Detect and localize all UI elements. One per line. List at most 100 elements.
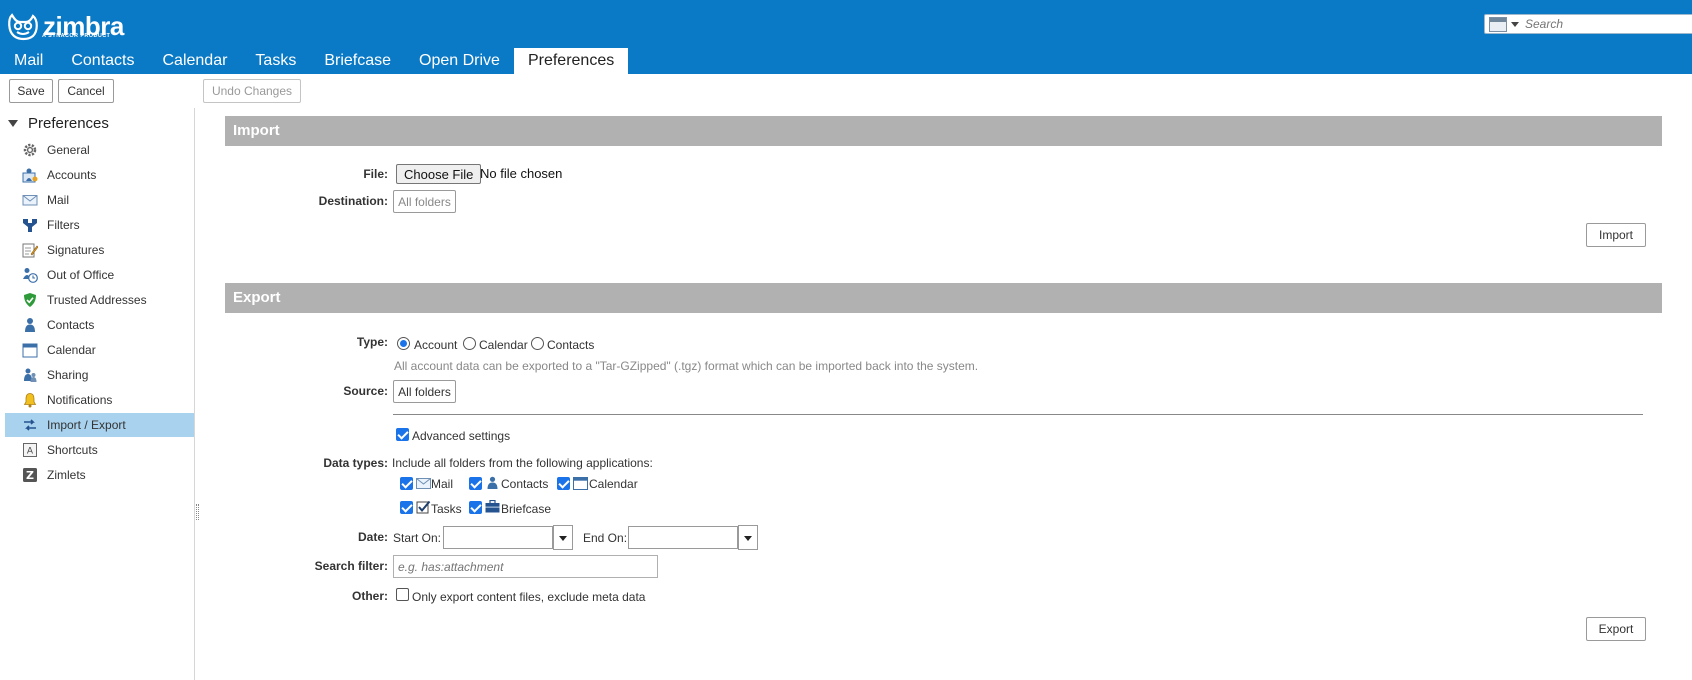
type-contacts-label[interactable]: Contacts (547, 338, 594, 352)
content-only-checkbox[interactable] (396, 588, 409, 601)
sidebar-item-accounts[interactable]: Accounts (5, 163, 194, 187)
sidebar-item-import-export[interactable]: Import / Export (5, 413, 194, 437)
bell-icon (22, 392, 38, 408)
sidebar-item-label: Zimlets (47, 468, 86, 482)
data-type-tasks-checkbox[interactable] (400, 501, 413, 514)
svg-text:A: A (27, 447, 34, 457)
shield-check-icon (22, 292, 38, 308)
data-type-contacts-checkbox[interactable] (469, 477, 482, 490)
sidebar-item-label: Signatures (47, 243, 105, 257)
tasks-icon (416, 501, 431, 514)
data-type-calendar-checkbox[interactable] (557, 477, 570, 490)
contact-person-icon (22, 317, 38, 333)
preferences-tree-header[interactable]: Preferences (8, 112, 109, 134)
collapse-arrow-icon[interactable] (8, 119, 18, 127)
type-account-radio[interactable] (397, 337, 410, 350)
data-type-tasks-label[interactable]: Tasks (431, 502, 462, 516)
filter-icon (22, 217, 38, 233)
export-button[interactable]: Export (1586, 617, 1646, 641)
import-button[interactable]: Import (1586, 223, 1646, 247)
sidebar-resize-handle[interactable] (196, 504, 199, 520)
sidebar-item-label: Mail (47, 193, 70, 207)
calendar-icon (573, 477, 588, 490)
export-section-title: Export (233, 289, 281, 306)
search-input[interactable] (1525, 17, 1685, 31)
content-only-label[interactable]: Only export content files, exclude meta … (412, 590, 645, 604)
end-date-dropdown[interactable] (738, 525, 758, 550)
zimlet-icon: Z (22, 467, 38, 483)
cancel-button[interactable]: Cancel (58, 79, 114, 103)
start-date-dropdown[interactable] (553, 525, 573, 550)
advanced-settings-label[interactable]: Advanced settings (412, 429, 510, 443)
choose-file-button[interactable]: Choose File (396, 164, 482, 184)
data-type-contacts-label[interactable]: Contacts (501, 477, 548, 491)
sidebar-item-out-of-office[interactable]: Out of Office (5, 263, 194, 287)
sidebar-item-label: Trusted Addresses (47, 293, 147, 307)
zimbra-logo-icon (8, 13, 38, 41)
sidebar-item-trusted-addresses[interactable]: Trusted Addresses (5, 288, 194, 312)
envelope-icon (416, 478, 431, 489)
brand-tagline: A SYNACOR PRODUCT (42, 33, 111, 39)
start-date-input[interactable] (443, 526, 553, 549)
sidebar-item-zimlets[interactable]: Z Zimlets (5, 463, 194, 487)
type-label: Type: (356, 335, 388, 349)
tab-preferences[interactable]: Preferences (513, 48, 629, 74)
import-section-header: Import (225, 116, 1662, 146)
sidebar-item-signatures[interactable]: Signatures (5, 238, 194, 262)
file-label: File: (363, 167, 388, 181)
sidebar-item-shortcuts[interactable]: A Shortcuts (5, 438, 194, 462)
sidebar-item-notifications[interactable]: Notifications (5, 388, 194, 412)
gear-icon (22, 142, 38, 158)
tab-open-drive[interactable]: Open Drive (405, 48, 514, 74)
preferences-toolbar: Save Cancel Undo Changes (0, 74, 1692, 108)
undo-changes-button[interactable]: Undo Changes (203, 79, 301, 103)
type-calendar-radio[interactable] (463, 337, 476, 350)
data-type-mail-checkbox[interactable] (400, 477, 413, 490)
type-contacts-radio[interactable] (531, 337, 544, 350)
type-calendar-label[interactable]: Calendar (479, 338, 528, 352)
app-tabs: Mail Contacts Calendar Tasks Briefcase O… (0, 48, 629, 74)
data-type-briefcase-checkbox[interactable] (469, 501, 482, 514)
data-type-briefcase-label[interactable]: Briefcase (501, 502, 551, 516)
sidebar-item-general[interactable]: General (5, 138, 194, 162)
sidebar-item-calendar[interactable]: Calendar (5, 338, 194, 362)
sidebar-item-label: Contacts (47, 318, 95, 332)
data-type-calendar-label[interactable]: Calendar (589, 477, 638, 491)
envelope-icon (22, 192, 38, 208)
search-filter-input[interactable] (393, 555, 658, 578)
end-date-input[interactable] (628, 526, 738, 549)
tab-tasks[interactable]: Tasks (241, 48, 310, 74)
sidebar-item-filters[interactable]: Filters (5, 213, 194, 237)
sidebar-item-label: Accounts (47, 168, 97, 182)
export-section-header: Export (225, 283, 1662, 313)
advanced-settings-checkbox[interactable] (396, 428, 409, 441)
chevron-down-icon[interactable] (1511, 21, 1519, 27)
date-label: Date: (357, 530, 388, 544)
svg-text:Z: Z (26, 469, 34, 482)
search-box (1484, 14, 1692, 34)
data-type-mail-label[interactable]: Mail (431, 477, 453, 491)
preferences-sidebar: Preferences General Accounts Mail Filter… (0, 108, 195, 680)
sidebar-item-label: Shortcuts (47, 443, 98, 457)
tab-calendar[interactable]: Calendar (148, 48, 241, 74)
save-button[interactable]: Save (9, 79, 53, 103)
source-folder-button[interactable]: All folders (393, 380, 456, 403)
sidebar-item-sharing[interactable]: Sharing (5, 363, 194, 387)
tab-contacts[interactable]: Contacts (57, 48, 148, 74)
sidebar-item-label: Filters (47, 218, 80, 232)
sidebar-item-label: General (47, 143, 90, 157)
tab-briefcase[interactable]: Briefcase (310, 48, 405, 74)
briefcase-icon (485, 500, 500, 513)
sidebar-item-contacts[interactable]: Contacts (5, 313, 194, 337)
preferences-tree-title: Preferences (28, 114, 109, 132)
search-scope-calendar-icon[interactable] (1489, 16, 1507, 32)
data-types-label: Data types: (323, 456, 388, 470)
start-on-label: Start On: (393, 531, 442, 545)
tab-mail[interactable]: Mail (0, 48, 57, 74)
import-section-title: Import (233, 122, 280, 139)
destination-folder-button[interactable]: All folders (393, 190, 456, 213)
shortcuts-icon: A (22, 442, 38, 458)
type-account-label[interactable]: Account (414, 338, 457, 352)
end-on-label: End On: (583, 531, 628, 545)
sidebar-item-mail[interactable]: Mail (5, 188, 194, 212)
